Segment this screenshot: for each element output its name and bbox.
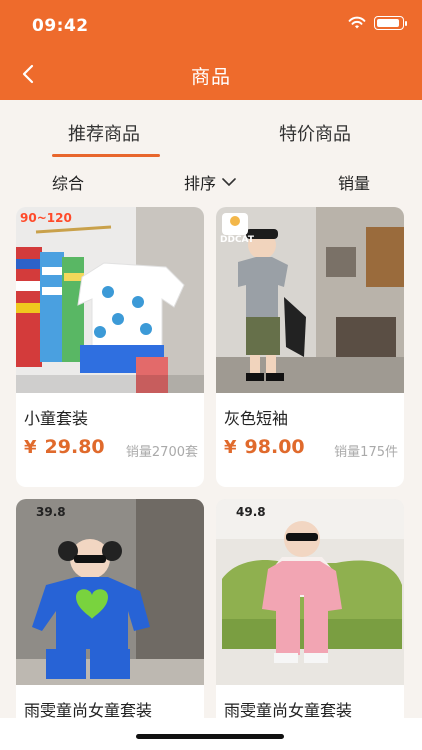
battery-level — [377, 19, 399, 27]
size-badge: 90~120 — [20, 211, 72, 225]
product-image: DDCAT — [216, 207, 404, 393]
girl-pink-outfit-photo — [216, 499, 404, 685]
product-card[interactable]: 39.8 雨雯童尚女童套装 — [16, 499, 204, 729]
currency-symbol: ¥ — [24, 437, 37, 458]
app-screen: 09:42 商品 推荐商品 特价商品 综合 排序 销量 90~120 小童套装 … — [0, 0, 422, 750]
sales-count: 销量175件 — [334, 445, 398, 460]
product-image: 39.8 — [16, 499, 204, 685]
product-card[interactable]: 49.8 雨雯童尚女童套装 — [216, 499, 404, 729]
sort-comprehensive[interactable]: 综合 — [52, 170, 84, 194]
home-indicator[interactable] — [136, 734, 284, 739]
product-card[interactable]: 90~120 小童套装 ¥29.80 销量2700套 — [16, 207, 204, 487]
sort-order-label: 排序 — [184, 174, 217, 193]
page-title: 商品 — [190, 66, 231, 88]
tab-recommended[interactable]: 推荐商品 — [68, 120, 140, 146]
tab-special-offer[interactable]: 特价商品 — [279, 120, 351, 146]
sort-bar: 综合 排序 销量 — [0, 164, 422, 196]
girl-blue-outfit-photo — [16, 499, 204, 685]
tab-bar: 推荐商品 特价商品 — [0, 112, 422, 160]
kids-outfit-photo — [16, 207, 204, 393]
product-image: 90~120 — [16, 207, 204, 393]
sales-count: 销量2700套 — [125, 445, 198, 460]
brand-badge: DDCAT — [220, 235, 254, 245]
sort-order-dropdown[interactable]: 排序 — [184, 170, 236, 194]
price-tag-badge: 49.8 — [236, 505, 266, 519]
sort-sales[interactable]: 销量 — [338, 170, 370, 194]
price-value: 98.00 — [244, 436, 305, 458]
header-bar: 09:42 商品 — [0, 0, 422, 100]
chevron-down-icon — [222, 178, 236, 186]
price-tag-badge: 39.8 — [36, 505, 66, 519]
currency-symbol: ¥ — [224, 437, 237, 458]
product-image: 49.8 — [216, 499, 404, 685]
product-card[interactable]: DDCAT 灰色短袖 ¥98.00 销量175件 — [216, 207, 404, 487]
active-tab-indicator — [52, 154, 160, 157]
product-price: ¥98.00 — [224, 436, 305, 458]
status-icons — [348, 16, 407, 30]
status-time: 09:42 — [32, 16, 89, 36]
battery-icon — [374, 16, 407, 30]
product-name: 小童套装 — [24, 409, 89, 428]
product-name: 灰色短袖 — [224, 409, 289, 428]
wifi-icon — [348, 16, 366, 29]
price-value: 29.80 — [44, 436, 105, 458]
product-price: ¥29.80 — [24, 436, 105, 458]
